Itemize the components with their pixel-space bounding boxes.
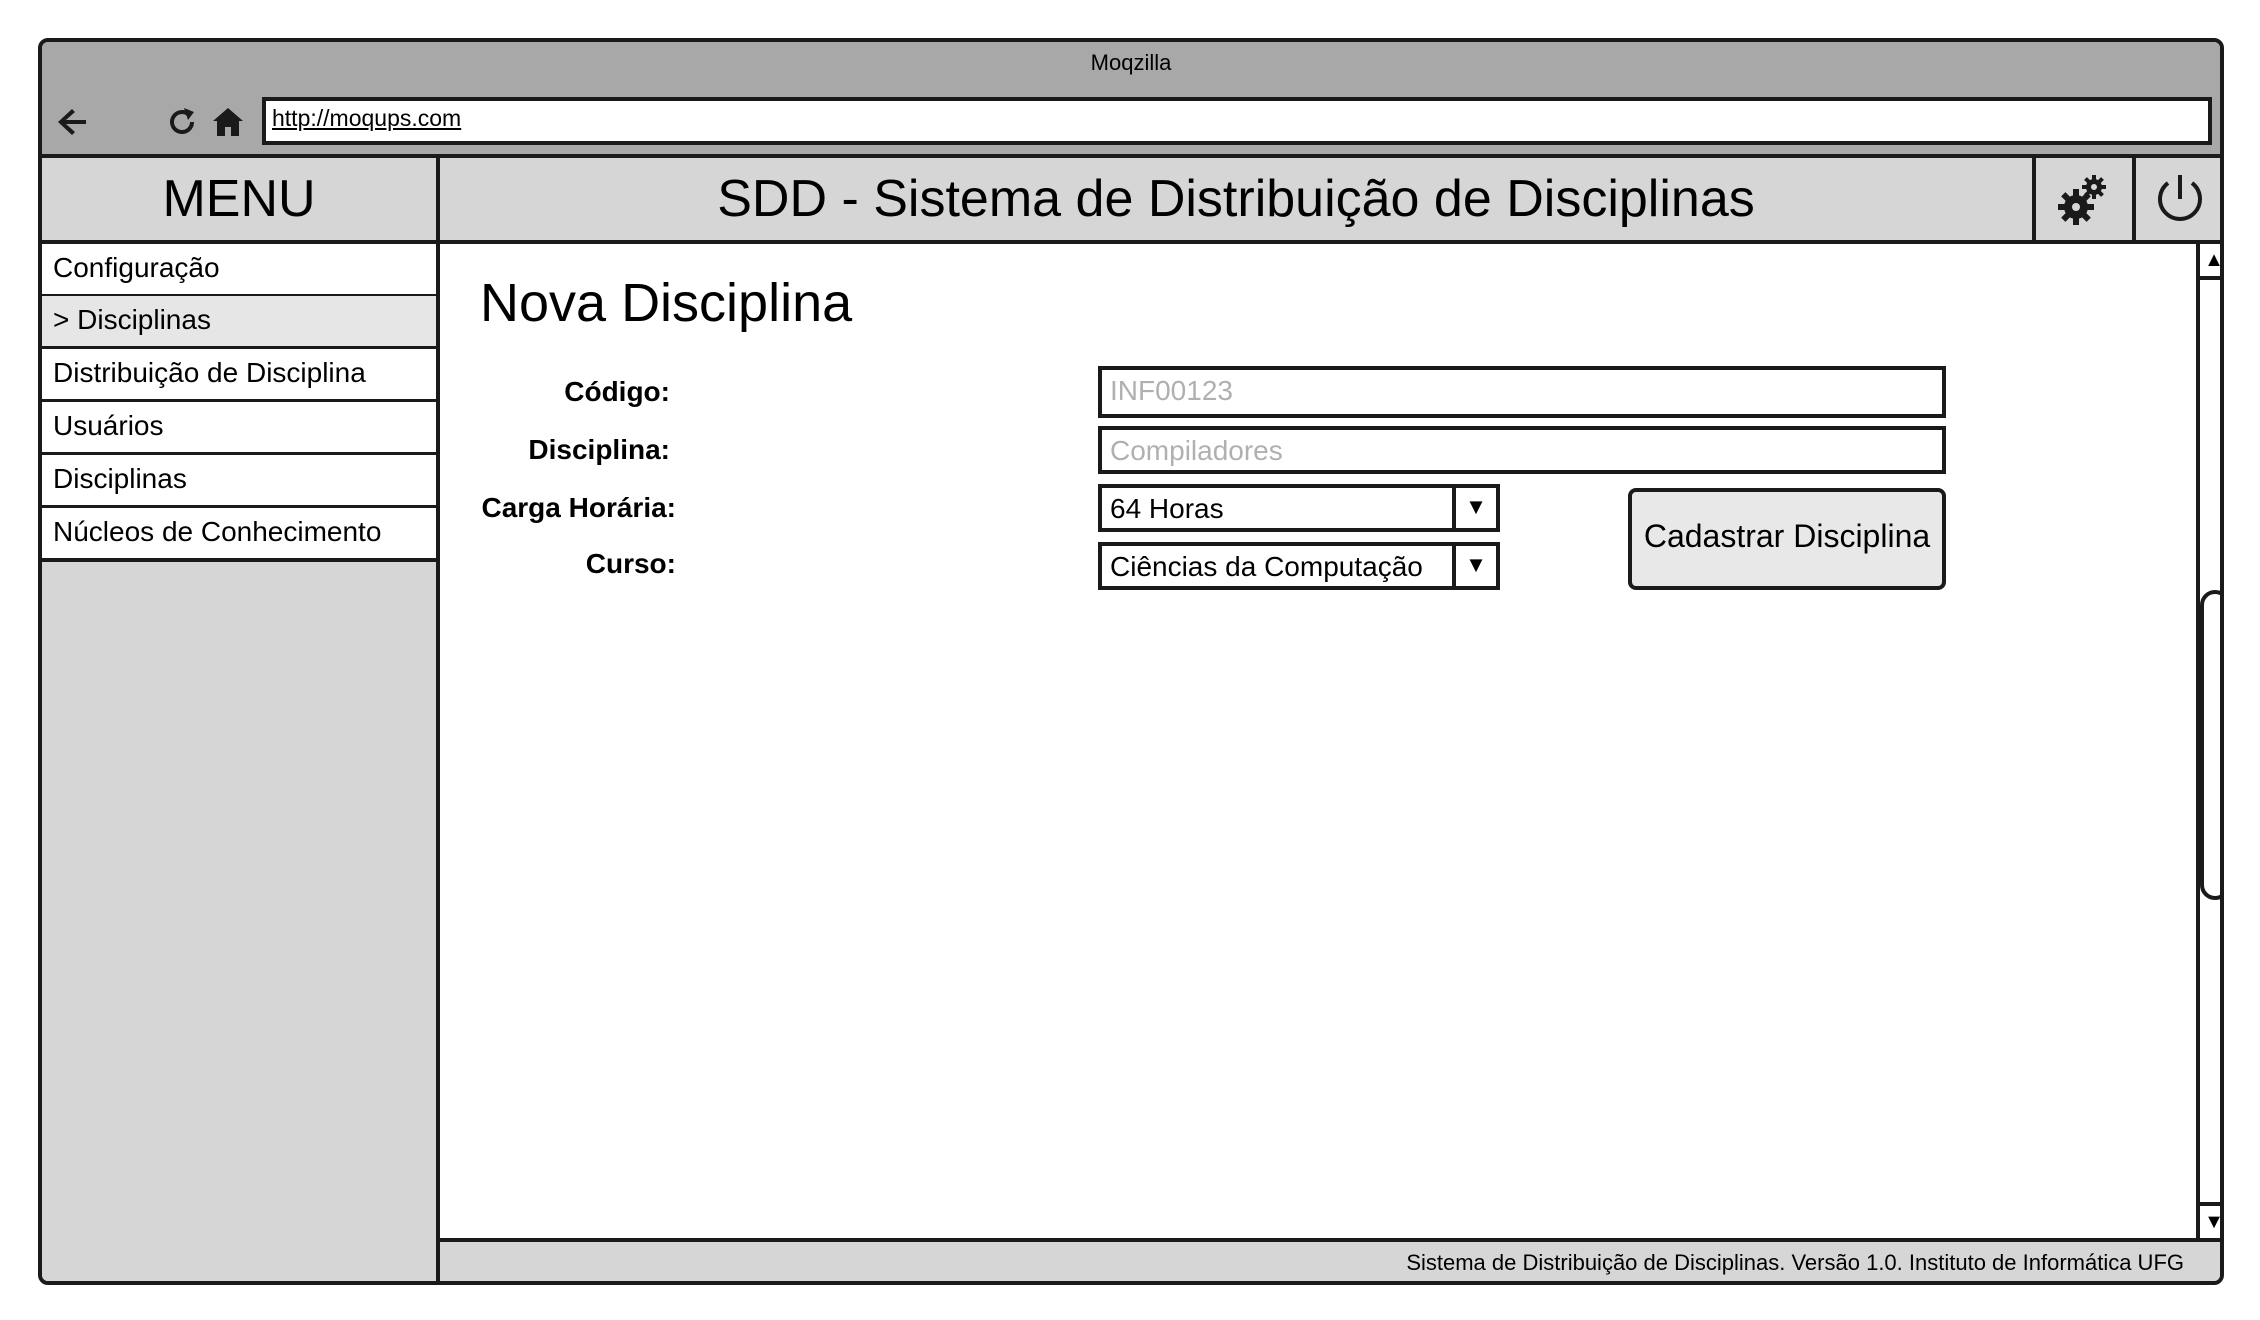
- sidebar-item-configuracao[interactable]: Configuração: [42, 244, 436, 298]
- power-icon: [2158, 175, 2202, 221]
- curso-value: Ciências da Computação: [1110, 551, 1423, 582]
- sidebar: Configuração > Disciplinas Distribuição …: [42, 244, 440, 1281]
- sidebar-item-nucleos[interactable]: Núcleos de Conhecimento: [42, 508, 436, 562]
- curso-label: Curso:: [585, 548, 676, 579]
- browser-window: Moqzilla http://moqups.com MENU SDD - Si…: [38, 38, 2224, 1285]
- disciplina-input[interactable]: Compiladores: [1098, 426, 1946, 474]
- curso-select[interactable]: Ciências da Computação ▼: [1098, 542, 1500, 590]
- app-title: SDD - Sistema de Distribuição de Discipl…: [440, 158, 2032, 244]
- sidebar-item-disciplinas-active[interactable]: > Disciplinas: [42, 296, 436, 350]
- dropdown-arrow-icon[interactable]: ▼: [1452, 546, 1496, 586]
- arrow-left-icon[interactable]: [50, 102, 94, 142]
- sidebar-item-disciplinas[interactable]: Disciplinas: [42, 455, 436, 509]
- codigo-label: Código:: [564, 376, 670, 407]
- settings-button[interactable]: [2032, 158, 2132, 244]
- home-icon[interactable]: [210, 104, 246, 140]
- power-button[interactable]: [2132, 158, 2220, 244]
- carga-horaria-label: Carga Horária:: [481, 492, 676, 523]
- disciplina-label: Disciplina:: [528, 434, 670, 465]
- scroll-divider: [2200, 276, 2220, 280]
- carga-horaria-select[interactable]: 64 Horas ▼: [1098, 484, 1500, 532]
- scroll-down-icon[interactable]: ▼: [2200, 1206, 2220, 1238]
- dropdown-arrow-icon[interactable]: ▼: [1452, 488, 1496, 528]
- url-bar[interactable]: http://moqups.com: [262, 97, 2212, 145]
- reload-icon[interactable]: [164, 104, 200, 140]
- main-content: Nova Disciplina Código: INF00123 Discipl…: [440, 244, 2196, 1238]
- vertical-scrollbar[interactable]: ▲ ▼: [2196, 244, 2220, 1238]
- url-text: http://moqups.com: [272, 105, 462, 131]
- carga-horaria-value: 64 Horas: [1110, 493, 1224, 524]
- sidebar-item-usuarios[interactable]: Usuários: [42, 402, 436, 456]
- footer: Sistema de Distribuição de Disciplinas. …: [440, 1238, 2220, 1281]
- page-title: Nova Disciplina: [480, 273, 853, 333]
- sidebar-item-distribuicao[interactable]: Distribuição de Disciplina: [42, 349, 436, 403]
- scroll-up-icon[interactable]: ▲: [2200, 244, 2220, 276]
- gears-icon: [2058, 175, 2106, 225]
- scroll-thumb[interactable]: [2200, 590, 2220, 900]
- menu-title: MENU: [42, 158, 440, 244]
- cadastrar-disciplina-button[interactable]: Cadastrar Disciplina: [1628, 488, 1946, 590]
- browser-titlebar: Moqzilla http://moqups.com: [42, 42, 2220, 158]
- codigo-input[interactable]: INF00123: [1098, 366, 1946, 418]
- window-title: Moqzilla: [1090, 50, 1172, 75]
